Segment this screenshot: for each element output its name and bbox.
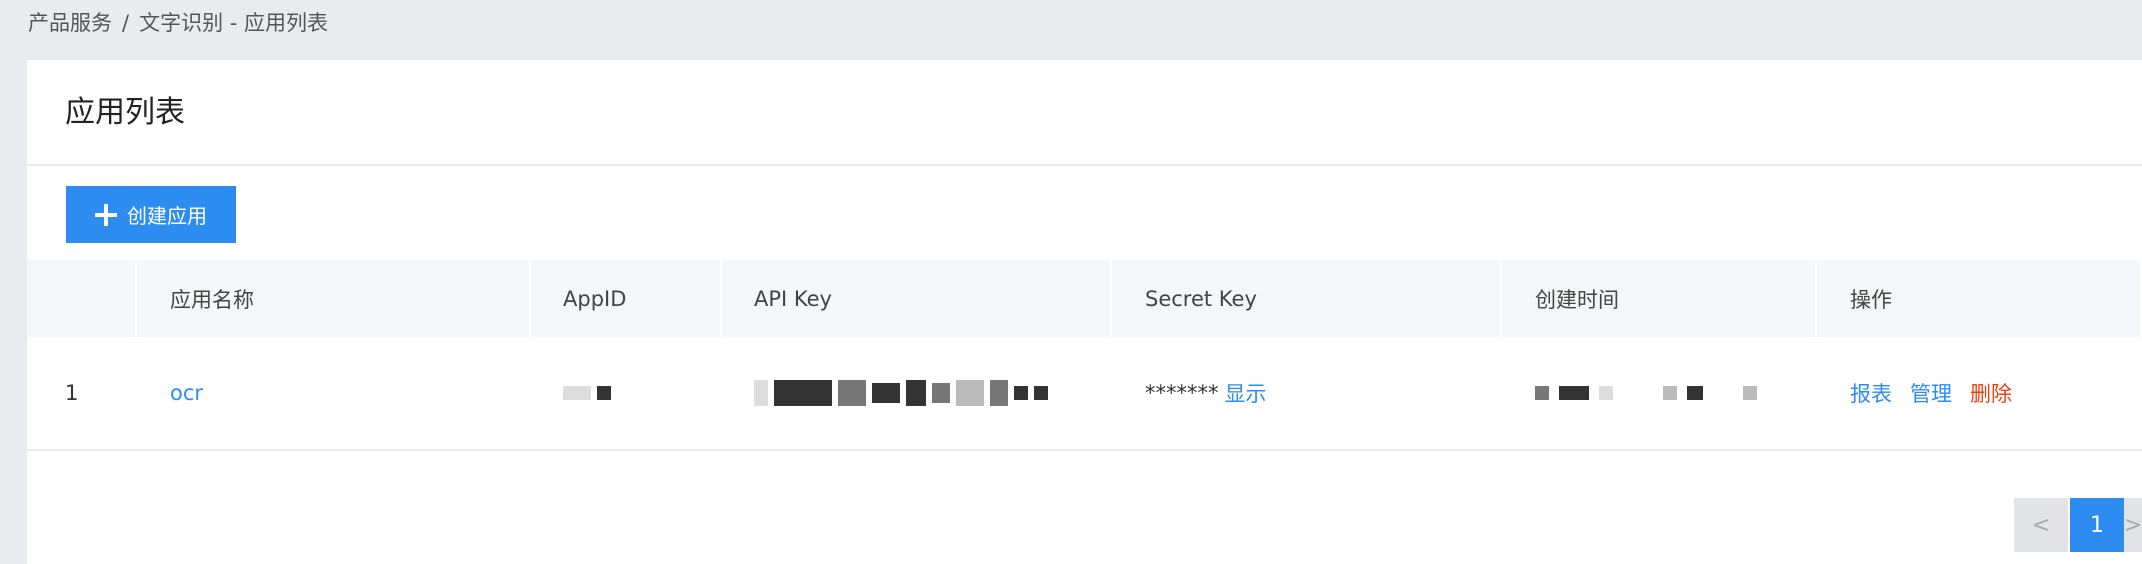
app-name-link[interactable]: ocr <box>170 381 203 405</box>
header-operations: 操作 <box>1817 260 2142 337</box>
appid-redacted <box>563 386 643 400</box>
header-api-key: API Key <box>722 260 1112 337</box>
report-link[interactable]: 报表 <box>1850 378 1892 408</box>
breadcrumb-current: 文字识别 - 应用列表 <box>139 11 329 35</box>
page-title: 应用列表 <box>27 60 2142 166</box>
pagination-next-button[interactable]: > <box>2124 498 2142 552</box>
show-secret-link[interactable]: 显示 <box>1225 378 1267 408</box>
header-appid: AppID <box>531 260 722 337</box>
created-time-redacted <box>1535 386 1817 400</box>
breadcrumb: 产品服务 / 文字识别 - 应用列表 <box>28 0 328 46</box>
header-index <box>27 260 137 337</box>
create-app-label: 创建应用 <box>127 204 207 228</box>
delete-link[interactable]: 删除 <box>1970 378 2012 408</box>
create-app-button[interactable]: 创建应用 <box>66 186 236 243</box>
manage-link[interactable]: 管理 <box>1910 378 1952 408</box>
header-created-time: 创建时间 <box>1502 260 1817 337</box>
header-secret-key: Secret Key <box>1112 260 1502 337</box>
breadcrumb-separator: / <box>122 11 130 35</box>
app-name-cell: ocr <box>137 337 531 449</box>
created-time-cell <box>1502 337 1817 449</box>
pagination-page-1[interactable]: 1 <box>2070 498 2124 552</box>
api-key-cell <box>722 337 1112 449</box>
appid-cell <box>531 337 722 449</box>
secret-key-cell: ******* 显示 <box>1112 337 1502 449</box>
secret-key-masked: ******* <box>1145 381 1219 405</box>
row-index: 1 <box>65 381 79 405</box>
breadcrumb-root[interactable]: 产品服务 <box>28 11 112 35</box>
operations-cell: 报表 管理 删除 <box>1817 337 2142 449</box>
plus-icon <box>95 203 117 226</box>
header-app-name: 应用名称 <box>137 260 531 337</box>
pagination-prev-button[interactable]: < <box>2014 498 2068 552</box>
api-key-redacted <box>754 380 1074 406</box>
app-list-panel: 应用列表 创建应用 应用名称 AppID API Key Secret Key … <box>27 60 2142 564</box>
table-row: 1 ocr ******* 显示 报表 管理 删除 <box>27 337 2142 451</box>
pagination: < 1 > <box>2014 498 2142 552</box>
app-table: 应用名称 AppID API Key Secret Key 创建时间 操作 1 … <box>27 260 2142 451</box>
table-header: 应用名称 AppID API Key Secret Key 创建时间 操作 <box>27 260 2142 337</box>
